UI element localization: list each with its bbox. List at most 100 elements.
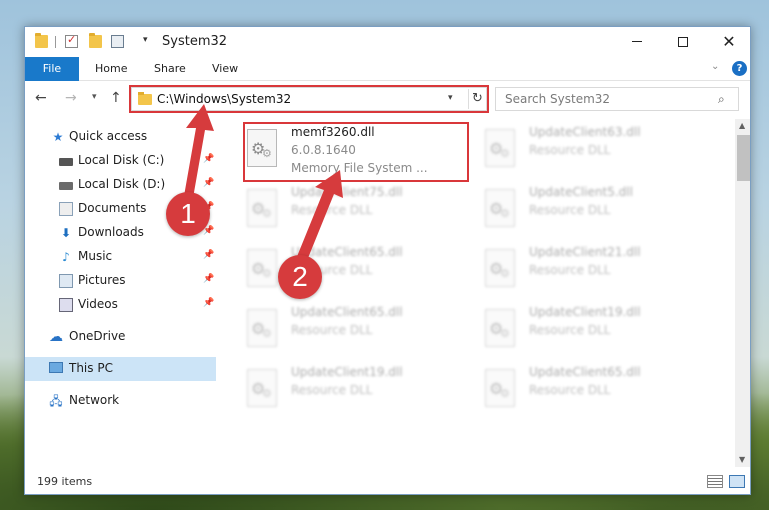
file-item[interactable]: UpdateClient5.dll Resource DLL (481, 183, 711, 241)
refresh-icon[interactable]: ↻ (468, 89, 486, 109)
dll-file-icon (485, 249, 515, 287)
pin-icon: 📌 (203, 178, 215, 188)
dll-file-icon (247, 369, 277, 407)
back-button[interactable]: ← (35, 90, 47, 106)
file-type: Resource DLL (529, 323, 611, 337)
sidebar-item-this-pc[interactable]: This PC (25, 357, 216, 381)
cloud-icon: ☁ (49, 329, 63, 345)
pin-icon: 📌 (203, 250, 215, 260)
sidebar-item-label: Local Disk (D:) (78, 177, 166, 191)
new-folder-icon[interactable] (89, 33, 102, 48)
sidebar-item-label: Pictures (78, 273, 126, 287)
sidebar-item-label: Quick access (69, 129, 148, 143)
separator (55, 36, 56, 48)
scroll-up-icon[interactable]: ▲ (739, 121, 745, 130)
dll-file-icon (485, 369, 515, 407)
view-options-icon[interactable] (111, 35, 124, 48)
file-type: Resource DLL (529, 203, 611, 217)
close-icon: ✕ (722, 32, 736, 51)
maximize-icon (678, 36, 688, 47)
customize-toolbar-icon[interactable]: ▾ (143, 35, 148, 45)
folder-icon[interactable] (35, 33, 48, 48)
sidebar-item-label: Downloads (78, 225, 144, 239)
minimize-button[interactable] (614, 27, 660, 57)
tab-file[interactable]: File (25, 57, 79, 81)
file-name: UpdateClient63.dll (529, 125, 641, 139)
computer-icon (49, 362, 63, 373)
navigation-bar: ← → ▾ ↑ C:\Windows\System32 ▾ ↻ Search S… (25, 82, 750, 118)
window-title: System32 (162, 34, 228, 49)
file-type: Resource DLL (291, 203, 373, 217)
videos-icon (59, 298, 73, 312)
sidebar-item-label: Network (69, 393, 120, 407)
minimize-icon (632, 41, 642, 42)
sidebar-item-music[interactable]: ♪ Music 📌 (25, 245, 216, 269)
large-icons-view-icon[interactable] (729, 475, 745, 488)
up-button[interactable]: ↑ (110, 90, 122, 106)
tab-share[interactable]: Share (154, 57, 186, 81)
file-item-highlighted[interactable]: memf3260.dll 6.0.8.1640 Memory File Syst… (243, 123, 473, 181)
search-icon[interactable]: ⌕ (718, 92, 725, 107)
expand-ribbon-icon[interactable]: ⌄ (711, 61, 719, 72)
star-icon: ★ (52, 130, 64, 144)
dll-file-icon (247, 189, 277, 227)
file-type: Resource DLL (529, 383, 611, 397)
address-dropdown-icon[interactable]: ▾ (448, 93, 453, 103)
explorer-window: ▾ System32 ✕ File Home Share View ⌄ ? ← … (24, 26, 751, 495)
recent-locations-button[interactable]: ▾ (92, 92, 97, 102)
sidebar-item-onedrive[interactable]: ☁ OneDrive (25, 325, 216, 349)
maximize-button[interactable] (660, 27, 706, 57)
dll-file-icon (247, 129, 277, 167)
folder-icon (138, 92, 152, 105)
sidebar-item-label: Local Disk (C:) (78, 153, 165, 167)
file-type: Resource DLL (529, 143, 611, 157)
sidebar-item-local-disk-c[interactable]: Local Disk (C:) 📌 (25, 149, 216, 173)
file-name: UpdateClient19.dll (529, 305, 641, 319)
file-type: Resource DLL (291, 383, 373, 397)
dll-file-icon (485, 129, 515, 167)
file-item[interactable]: UpdateClient65.dll Resource DLL (243, 303, 473, 361)
step-badge-1: 1 (166, 192, 210, 236)
file-item[interactable]: UpdateClient21.dll Resource DLL (481, 243, 711, 301)
scroll-down-icon[interactable]: ▼ (739, 455, 745, 464)
search-placeholder: Search System32 (505, 92, 611, 106)
address-path[interactable]: C:\Windows\System32 (157, 92, 291, 106)
properties-icon[interactable] (65, 33, 78, 48)
file-item[interactable]: UpdateClient75.dll Resource DLL (243, 183, 473, 241)
file-version: 6.0.8.1640 (291, 143, 356, 157)
sidebar-item-videos[interactable]: Videos 📌 (25, 293, 216, 317)
dll-file-icon (247, 309, 277, 347)
details-view-icon[interactable] (707, 475, 723, 488)
dll-file-icon (485, 309, 515, 347)
file-type: Resource DLL (529, 263, 611, 277)
vertical-scrollbar[interactable]: ▲ ▼ (735, 119, 750, 467)
dll-file-icon (247, 249, 277, 287)
disk-icon (59, 158, 73, 166)
file-item[interactable]: UpdateClient19.dll Resource DLL (243, 363, 473, 421)
pin-icon: 📌 (203, 154, 215, 164)
dll-file-icon (485, 189, 515, 227)
tab-home[interactable]: Home (95, 57, 127, 81)
file-name: UpdateClient65.dll (291, 305, 403, 319)
tab-view[interactable]: View (212, 57, 238, 81)
scrollbar-thumb[interactable] (737, 135, 750, 181)
title-bar: ▾ System32 ✕ (25, 27, 750, 57)
pin-icon: 📌 (203, 274, 215, 284)
download-icon: ⬇ (60, 226, 72, 240)
music-icon: ♪ (62, 250, 70, 264)
status-bar: 199 items (25, 469, 750, 494)
sidebar-item-pictures[interactable]: Pictures 📌 (25, 269, 216, 293)
close-button[interactable]: ✕ (706, 27, 750, 57)
file-name: memf3260.dll (291, 125, 375, 139)
search-input[interactable]: Search System32 ⌕ (495, 87, 739, 111)
sidebar-item-quick-access[interactable]: ★ Quick access (25, 125, 216, 149)
help-icon[interactable]: ? (732, 61, 747, 76)
file-item[interactable]: UpdateClient65.dll Resource DLL (481, 363, 711, 421)
file-item[interactable]: UpdateClient19.dll Resource DLL (481, 303, 711, 361)
sidebar-item-network[interactable]: 🖧 Network (25, 389, 216, 413)
address-bar[interactable]: C:\Windows\System32 ▾ ↻ (131, 87, 487, 111)
file-description: Memory File System ... (291, 161, 428, 175)
item-count: 199 items (37, 475, 93, 488)
file-item[interactable]: UpdateClient63.dll Resource DLL (481, 123, 711, 181)
forward-button[interactable]: → (65, 90, 77, 106)
